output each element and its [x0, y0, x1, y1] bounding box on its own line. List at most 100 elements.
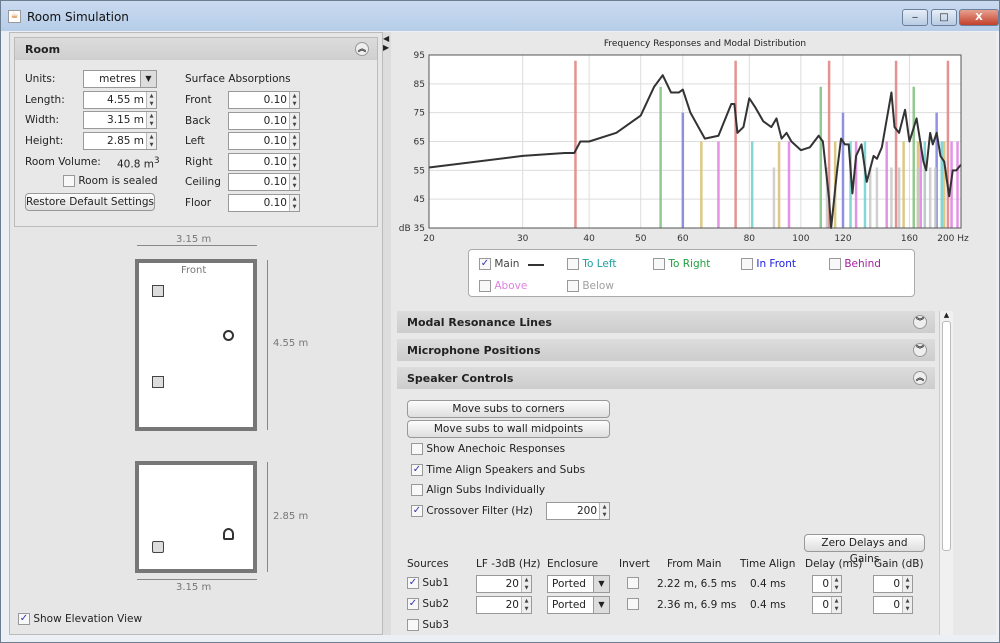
- section-microphone-positions[interactable]: Microphone Positions ︾: [397, 339, 935, 361]
- invert-checkbox[interactable]: [627, 577, 639, 589]
- surface-absorption-input[interactable]: 0.10 ▲ ▼: [228, 132, 300, 151]
- elevation-width-dim: 3.15 m: [176, 582, 212, 593]
- y-tick-label: dB 35: [399, 224, 425, 234]
- checkbox-icon: [627, 577, 639, 589]
- legend-item-main[interactable]: ✓ Main: [479, 258, 519, 270]
- section-speaker-controls[interactable]: Speaker Controls ︽: [397, 367, 935, 389]
- option-checkbox[interactable]: ✓ Crossover Filter (Hz): [411, 504, 533, 517]
- legend-item-to-left[interactable]: To Left: [567, 258, 617, 270]
- restore-defaults-button[interactable]: Restore Default Settings: [25, 193, 155, 211]
- section-title: Microphone Positions: [407, 344, 541, 357]
- units-dropdown[interactable]: metres ▼: [83, 70, 157, 88]
- maximize-button[interactable]: □: [931, 9, 957, 26]
- legend-item-in-front[interactable]: In Front: [741, 258, 796, 270]
- scroll-up-icon[interactable]: ▲: [940, 311, 953, 319]
- height-label: Height:: [25, 135, 64, 147]
- gain-input[interactable]: 0 ▲ ▼: [873, 596, 913, 614]
- source-checkbox[interactable]: ✓ Sub1: [407, 577, 449, 589]
- spinner-icon[interactable]: ▲ ▼: [289, 133, 299, 150]
- legend-label: To Left: [582, 258, 617, 270]
- invert-checkbox[interactable]: [627, 598, 639, 610]
- legend-item-above[interactable]: Above: [479, 280, 527, 292]
- split-pane-divider[interactable]: ◀ ▶: [383, 32, 391, 635]
- spinner-icon[interactable]: ▲ ▼: [289, 153, 299, 170]
- height-input[interactable]: 2.85 m ▲ ▼: [83, 132, 157, 150]
- vertical-scrollbar[interactable]: ▲: [939, 311, 953, 635]
- listener-icon[interactable]: [223, 330, 234, 341]
- sub1-speaker-icon[interactable]: [152, 285, 164, 297]
- spinner-icon[interactable]: ▲ ▼: [521, 576, 531, 592]
- spinner-icon[interactable]: ▲ ▼: [146, 133, 156, 149]
- spinner-icon[interactable]: ▲ ▼: [289, 92, 299, 108]
- column-header: Gain (dB): [874, 558, 924, 570]
- legend-item-to-right[interactable]: To Right: [653, 258, 710, 270]
- surface-absorption-input[interactable]: 0.10 ▲ ▼: [228, 194, 300, 212]
- close-button[interactable]: X: [959, 9, 999, 26]
- width-input[interactable]: 3.15 m ▲ ▼: [83, 111, 157, 129]
- spinner-icon[interactable]: ▲ ▼: [146, 92, 156, 108]
- spinner-icon[interactable]: ▲ ▼: [902, 576, 912, 592]
- zero-delays-button[interactable]: Zero Delays and Gains: [804, 534, 925, 565]
- expand-chevron-icon[interactable]: ︾: [913, 315, 927, 329]
- sub-speaker-icon[interactable]: [152, 541, 164, 553]
- listener-icon[interactable]: [223, 528, 234, 540]
- sub2-speaker-icon[interactable]: [152, 376, 164, 388]
- source-checkbox[interactable]: ✓ Sub2: [407, 598, 449, 610]
- lf-input[interactable]: 20 ▲ ▼: [476, 575, 532, 593]
- spinner-icon[interactable]: ▲ ▼: [599, 503, 609, 519]
- elevation-room[interactable]: [135, 461, 257, 573]
- checkbox-icon: [653, 258, 665, 270]
- spinner-icon[interactable]: ▲ ▼: [521, 597, 531, 613]
- room-panel-header[interactable]: Room ︽: [15, 38, 377, 60]
- collapse-chevron-icon[interactable]: ︽: [355, 42, 369, 56]
- move-subs-corners-button[interactable]: Move subs to corners: [407, 400, 610, 418]
- gain-input[interactable]: 0 ▲ ▼: [873, 575, 913, 593]
- chart-title: Frequency Responses and Modal Distributi…: [604, 39, 806, 49]
- crossover-input[interactable]: 200 ▲ ▼: [546, 502, 610, 520]
- spinner-icon[interactable]: ▲ ▼: [289, 174, 299, 191]
- spinner-icon[interactable]: ▲ ▼: [831, 597, 841, 613]
- spinner-icon[interactable]: ▲ ▼: [902, 597, 912, 613]
- delay-input[interactable]: 0 ▲ ▼: [812, 575, 842, 593]
- java-app-icon: ☕: [8, 10, 21, 23]
- lf-input[interactable]: 20 ▲ ▼: [476, 596, 532, 614]
- show-elevation-checkbox[interactable]: ✓ Show Elevation View: [18, 613, 142, 625]
- collapse-chevron-icon[interactable]: ︽: [913, 371, 927, 385]
- surface-absorption-input[interactable]: 0.10 ▲ ▼: [228, 173, 300, 192]
- spinner-icon[interactable]: ▲ ▼: [289, 112, 299, 129]
- legend-item-below[interactable]: Below: [567, 280, 614, 292]
- spinner-icon[interactable]: ▲ ▼: [146, 112, 156, 128]
- minimize-button[interactable]: ‒: [902, 9, 928, 26]
- spinner-icon[interactable]: ▲ ▼: [831, 576, 841, 592]
- move-subs-midpoints-button[interactable]: Move subs to wall midpoints: [407, 420, 610, 438]
- collapse-arrow-icon[interactable]: ◀ ▶: [383, 34, 391, 52]
- surface-value: 0.10: [263, 176, 287, 189]
- spinner-icon[interactable]: ▲ ▼: [289, 195, 299, 211]
- column-header: Delay (ms): [805, 558, 863, 570]
- surface-absorption-input[interactable]: 0.10 ▲ ▼: [228, 152, 300, 171]
- expand-chevron-icon[interactable]: ︾: [913, 343, 927, 357]
- option-checkbox[interactable]: Show Anechoic Responses: [411, 443, 565, 455]
- section-modal-resonance[interactable]: Modal Resonance Lines ︾: [397, 311, 935, 333]
- surface-label: Front: [185, 94, 212, 106]
- scrollbar-thumb[interactable]: [942, 321, 951, 551]
- surface-absorption-input[interactable]: 0.10 ▲ ▼: [228, 91, 300, 109]
- option-checkbox[interactable]: Align Subs Individually: [411, 484, 545, 496]
- option-checkbox[interactable]: ✓ Time Align Speakers and Subs: [411, 463, 585, 476]
- width-label: Width:: [25, 114, 60, 126]
- surface-label: Back: [185, 114, 211, 127]
- checkbox-icon: ✓: [407, 598, 419, 610]
- source-checkbox[interactable]: Sub3: [407, 619, 449, 631]
- enclosure-dropdown[interactable]: Ported ▼: [547, 575, 610, 593]
- surface-label: Ceiling: [185, 176, 221, 189]
- surface-label: Floor: [185, 197, 212, 209]
- surface-value: 0.10: [263, 197, 287, 209]
- enclosure-dropdown[interactable]: Ported ▼: [547, 596, 610, 614]
- legend-item-behind[interactable]: Behind: [829, 258, 881, 270]
- length-input[interactable]: 4.55 m ▲ ▼: [83, 91, 157, 109]
- delay-input[interactable]: 0 ▲ ▼: [812, 596, 842, 614]
- plan-room[interactable]: Front: [135, 259, 257, 431]
- surface-absorption-input[interactable]: 0.10 ▲ ▼: [228, 111, 300, 130]
- left-pane: Room ︽ Units: metres ▼ Length: 4.55 m ▲ ▼ Wi…: [9, 32, 383, 635]
- sealed-checkbox[interactable]: Room is sealed: [63, 175, 158, 187]
